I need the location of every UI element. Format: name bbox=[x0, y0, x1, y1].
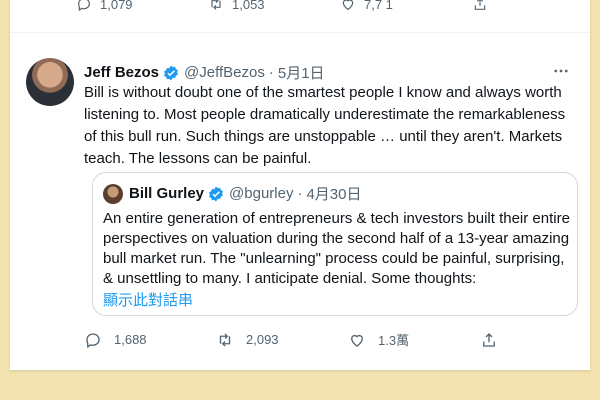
quoted-author-handle: @bgurley bbox=[229, 185, 294, 202]
previous-tweet-actions: 1,079 1,053 7,7 1 bbox=[10, 0, 590, 33]
verified-badge-icon bbox=[209, 186, 223, 201]
tweet-text: Bill is without doubt one of the smartes… bbox=[84, 84, 566, 167]
tweet-actions: 1,688 2,093 1.3萬 bbox=[84, 330, 498, 349]
previous-like-count: 7,7 1 bbox=[364, 0, 393, 12]
tweet-header: Jeff Bezos @JeffBezos · 5月1日 bbox=[84, 62, 325, 83]
quoted-author-name: Bill Gurley bbox=[129, 185, 205, 202]
retweet-count: 2,093 bbox=[246, 332, 279, 347]
reply-icon bbox=[86, 332, 100, 348]
retweet-button[interactable]: 2,093 bbox=[216, 331, 348, 349]
tweet-card: 1,079 1,053 7,7 1 Jeff Bezos @JeffBezos … bbox=[10, 0, 590, 370]
previous-like-action[interactable]: 7,7 1 bbox=[340, 0, 393, 12]
quoted-tweet-header: Bill Gurley @bgurley · 4月30日 bbox=[103, 183, 362, 204]
retweet-icon bbox=[211, 0, 221, 10]
author-name[interactable]: Jeff Bezos bbox=[84, 64, 159, 81]
quoted-tweet[interactable]: Bill Gurley @bgurley · 4月30日 An entire g… bbox=[92, 172, 578, 316]
quoted-tweet-date: 4月30日 bbox=[306, 186, 362, 203]
like-button[interactable]: 1.3萬 bbox=[348, 330, 480, 349]
like-count: 1.3萬 bbox=[378, 333, 410, 348]
quoted-header-separator: · bbox=[297, 185, 303, 202]
reply-icon bbox=[78, 0, 90, 12]
share-button[interactable] bbox=[480, 331, 498, 349]
previous-share-action[interactable] bbox=[472, 0, 488, 12]
heart-icon bbox=[342, 0, 354, 11]
tweet-date[interactable]: 5月1日 bbox=[278, 62, 325, 83]
header-separator: · bbox=[268, 64, 274, 81]
share-icon bbox=[483, 332, 495, 347]
previous-reply-action[interactable]: 1,079 bbox=[76, 0, 133, 12]
heart-icon bbox=[351, 334, 363, 347]
previous-retweet-action[interactable]: 1,053 bbox=[208, 0, 265, 12]
reply-button[interactable]: 1,688 bbox=[84, 331, 216, 349]
avatar[interactable] bbox=[26, 58, 74, 106]
show-thread-link[interactable]: 顯示此對話串 bbox=[103, 289, 193, 310]
verified-badge-icon bbox=[164, 65, 178, 80]
more-icon bbox=[554, 69, 568, 73]
more-options-button[interactable] bbox=[550, 60, 572, 82]
previous-reply-count: 1,079 bbox=[100, 0, 133, 12]
share-icon bbox=[474, 0, 486, 10]
previous-retweet-count: 1,053 bbox=[232, 0, 265, 12]
author-handle[interactable]: @JeffBezos bbox=[184, 64, 265, 81]
quoted-tweet-text: An entire generation of entrepreneurs & … bbox=[103, 210, 570, 287]
quoted-avatar bbox=[103, 183, 123, 204]
reply-count: 1,688 bbox=[114, 332, 147, 347]
retweet-icon bbox=[219, 333, 231, 346]
